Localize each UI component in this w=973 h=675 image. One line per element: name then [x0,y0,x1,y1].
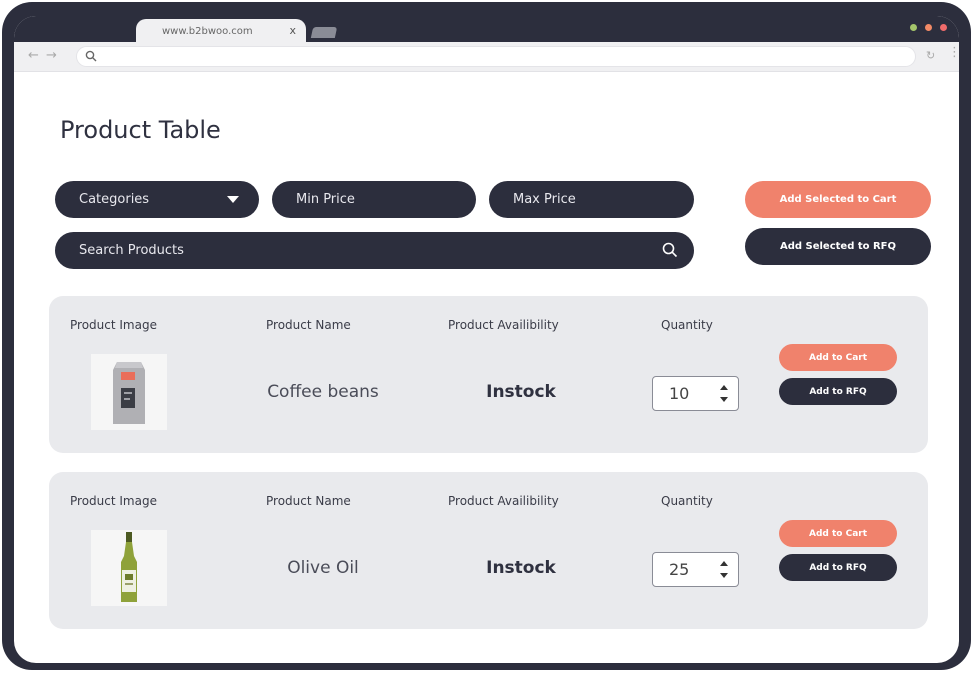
product-availability: Instock [486,558,556,578]
browser-tab[interactable]: www.b2bwoo.com x [136,19,306,43]
categories-label: Categories [79,192,150,207]
product-name: Olive Oil [287,558,359,578]
back-arrow-icon[interactable]: ← [28,48,39,63]
tab-title: www.b2bwoo.com [162,25,253,37]
add-to-cart-button[interactable]: Add to Cart [779,344,897,371]
chevron-down-icon [227,196,239,203]
column-header-availability: Product Availibility [448,318,559,332]
search-placeholder: Search Products [79,243,184,258]
stepper-arrows-icon[interactable] [720,385,728,402]
categories-dropdown[interactable]: Categories [55,181,259,218]
quantity-value: 10 [669,384,690,403]
quantity-value: 25 [669,560,690,579]
olive-oil-bottle-image [91,530,167,606]
tab-close-icon[interactable]: x [289,24,296,37]
add-selected-to-rfq-button[interactable]: Add Selected to RFQ [745,228,931,265]
product-row: Product Image Product Name Product Avail… [49,472,928,629]
browser-toolbar: ← → ↻ ⋮ [14,42,959,72]
search-input[interactable]: Search Products [55,232,694,269]
add-to-rfq-button[interactable]: Add to RFQ [779,378,897,405]
add-to-rfq-button[interactable]: Add to RFQ [779,554,897,581]
column-header-image: Product Image [70,318,157,332]
quantity-stepper[interactable]: 25 [652,552,739,587]
tab-strip: www.b2bwoo.com x [14,16,959,43]
search-icon[interactable] [662,242,678,258]
menu-icon[interactable]: ⋮ [948,46,959,59]
add-to-cart-button[interactable]: Add to Cart [779,520,897,547]
product-row: Product Image Product Name Product Avail… [49,296,928,453]
browser-window: www.b2bwoo.com x ← → ↻ ⋮ Product Table C… [14,16,959,663]
product-availability: Instock [486,382,556,402]
column-header-quantity: Quantity [661,494,713,508]
reload-icon[interactable]: ↻ [926,49,935,62]
search-icon [85,50,97,62]
column-header-quantity: Quantity [661,318,713,332]
minimize-icon[interactable] [925,24,932,31]
page-title: Product Table [60,116,221,144]
min-price-placeholder: Min Price [296,192,355,207]
product-name: Coffee beans [267,382,379,402]
add-selected-to-cart-button[interactable]: Add Selected to Cart [745,181,931,218]
stepper-arrows-icon[interactable] [720,561,728,578]
coffee-bag-image [91,354,167,430]
quantity-stepper[interactable]: 10 [652,376,739,411]
max-price-input[interactable]: Max Price [489,181,694,218]
maximize-icon[interactable] [910,24,917,31]
address-bar[interactable] [76,46,916,67]
column-header-name: Product Name [266,318,351,332]
forward-arrow-icon[interactable]: → [46,48,57,63]
column-header-availability: Product Availibility [448,494,559,508]
close-window-icon[interactable] [940,24,947,31]
min-price-input[interactable]: Min Price [272,181,476,218]
column-header-name: Product Name [266,494,351,508]
max-price-placeholder: Max Price [513,192,576,207]
column-header-image: Product Image [70,494,157,508]
new-tab-button[interactable] [310,27,338,38]
browser-frame: www.b2bwoo.com x ← → ↻ ⋮ Product Table C… [2,2,971,670]
